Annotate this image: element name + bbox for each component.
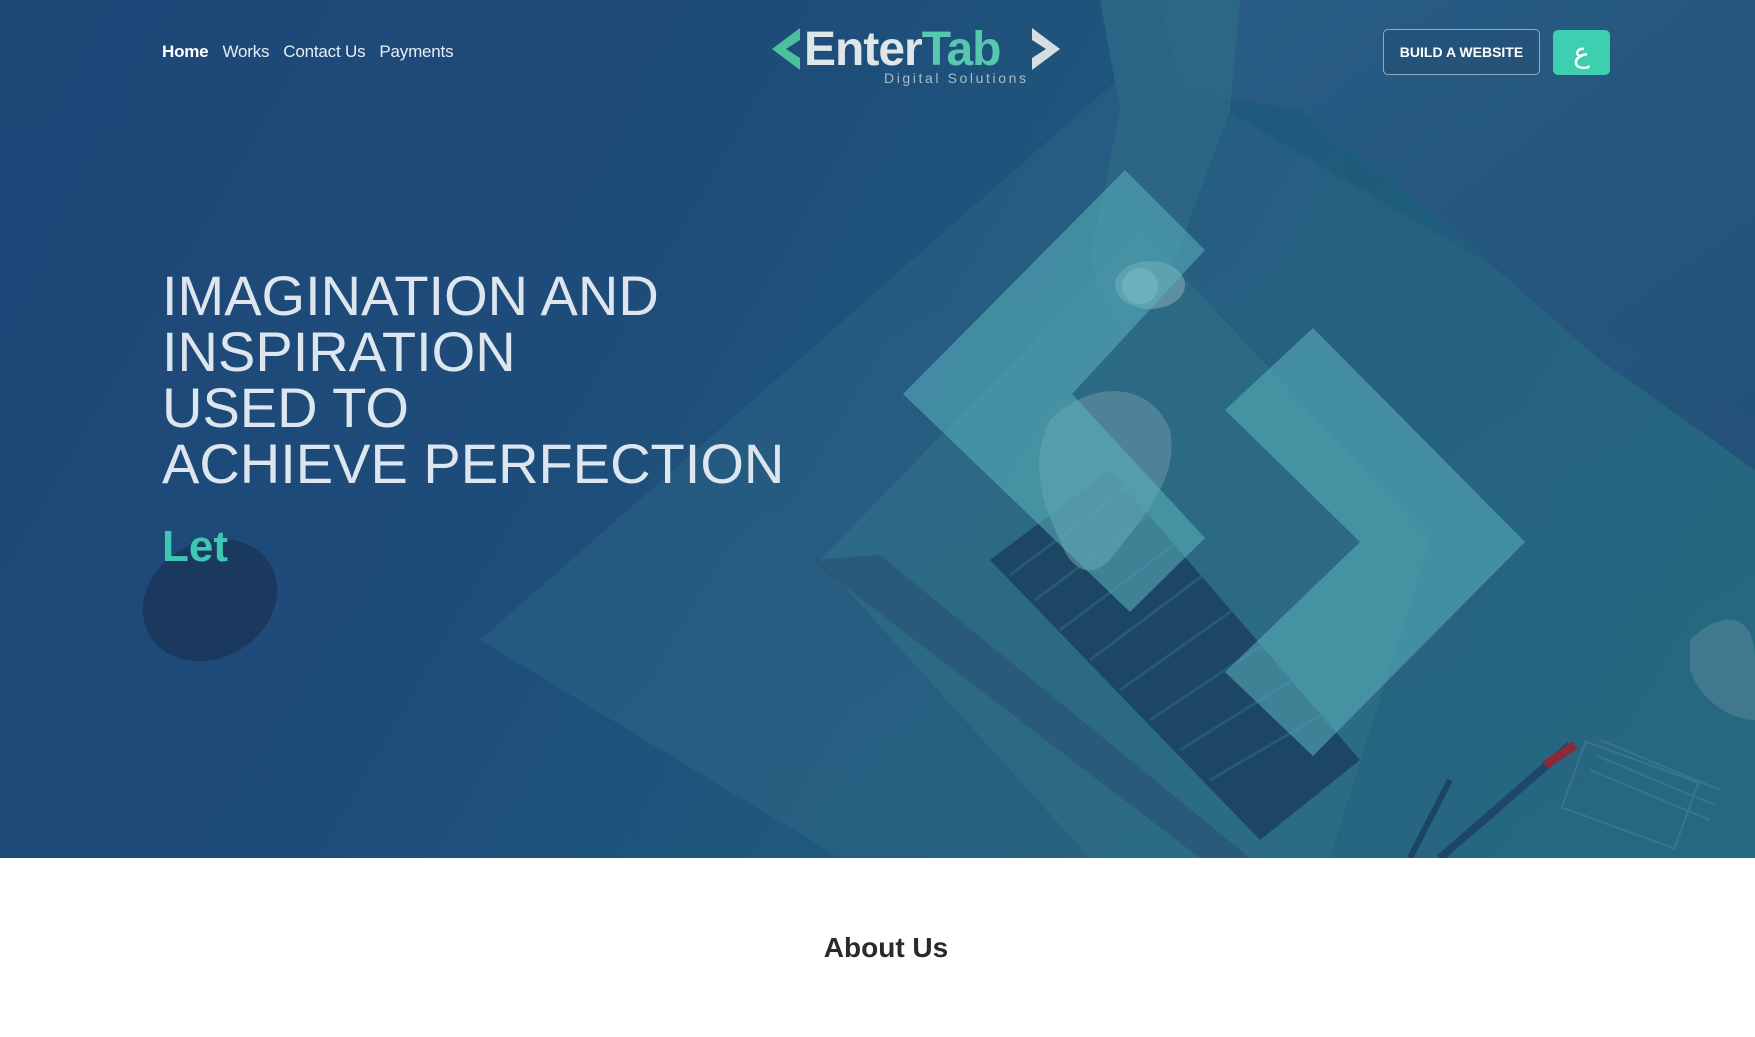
logo-tab-text: Tab (921, 23, 1002, 76)
headline-line: USED TO (162, 376, 409, 439)
hero-section: Home Works Contact Us Payments EnterTab … (0, 0, 1755, 858)
nav-contact-link[interactable]: Contact Us (283, 42, 365, 62)
nav-payments-link[interactable]: Payments (379, 42, 453, 62)
logo-right-chevron-icon (1032, 28, 1060, 70)
nav-works-link[interactable]: Works (222, 42, 269, 62)
language-toggle-button[interactable]: ع (1553, 30, 1610, 75)
logo-left-chevron-icon (772, 28, 800, 70)
headline-line: INSPIRATION (162, 320, 516, 383)
build-website-button[interactable]: BUILD A WEBSITE (1383, 29, 1540, 75)
about-title: About Us (823, 932, 949, 963)
hero-typed-text: Let (162, 522, 228, 571)
entertab-logo[interactable]: EnterTab Digital Solutions (770, 22, 1060, 90)
hero-headline: IMAGINATION AND INSPIRATION USED TO ACHI… (162, 268, 784, 492)
main-nav: Home Works Contact Us Payments (162, 42, 454, 62)
logo-enter-text: Enter (804, 23, 923, 76)
headline-line: IMAGINATION AND (162, 264, 659, 327)
headline-line: ACHIEVE PERFECTION (162, 432, 785, 495)
nav-home-link[interactable]: Home (162, 42, 209, 62)
logo-tagline: Digital Solutions (884, 70, 1029, 86)
